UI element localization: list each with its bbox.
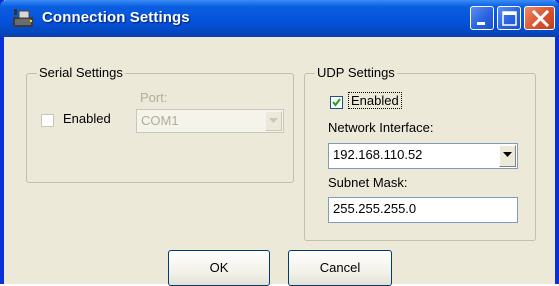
maximize-button[interactable] bbox=[497, 6, 521, 30]
close-icon bbox=[531, 9, 550, 28]
app-icon bbox=[12, 8, 36, 29]
chevron-down-icon bbox=[503, 152, 512, 157]
serial-settings-legend: Serial Settings bbox=[37, 65, 125, 80]
serial-enabled-checkbox[interactable] bbox=[41, 114, 54, 127]
udp-enabled-checkbox[interactable] bbox=[330, 96, 343, 109]
port-combobox-value: COM1 bbox=[141, 113, 179, 128]
maximize-icon bbox=[502, 11, 517, 26]
port-combobox[interactable]: COM1 bbox=[136, 109, 284, 133]
close-button[interactable] bbox=[524, 6, 555, 30]
udp-enabled-label: Enabled bbox=[348, 92, 402, 109]
window-title: Connection Settings bbox=[42, 9, 190, 26]
serial-settings-group: Serial Settings Enabled Port: COM1 bbox=[26, 65, 294, 183]
port-label: Port: bbox=[140, 90, 168, 105]
title-bar[interactable]: Connection Settings bbox=[0, 0, 559, 37]
serial-enabled-label: Enabled bbox=[63, 111, 111, 126]
udp-settings-legend: UDP Settings bbox=[315, 65, 397, 80]
udp-settings-group: UDP Settings Enabled Network Interface: … bbox=[304, 65, 536, 241]
network-interface-value: 192.168.110.52 bbox=[333, 147, 423, 162]
connection-settings-window: Connection Settings Serial Settings Enab… bbox=[0, 0, 559, 286]
minimize-button[interactable] bbox=[470, 6, 494, 30]
subnet-mask-label: Subnet Mask: bbox=[328, 175, 408, 190]
minimize-icon bbox=[477, 22, 485, 25]
network-interface-dropdown-button[interactable] bbox=[499, 145, 516, 167]
ok-button[interactable]: OK bbox=[168, 250, 270, 286]
cancel-button[interactable]: Cancel bbox=[288, 250, 392, 286]
subnet-mask-field[interactable]: 255.255.255.0 bbox=[328, 197, 518, 223]
port-dropdown-button[interactable] bbox=[265, 111, 282, 131]
network-interface-combobox[interactable]: 192.168.110.52 bbox=[328, 143, 518, 169]
subnet-mask-value: 255.255.255.0 bbox=[333, 201, 417, 216]
checkmark-icon bbox=[332, 98, 341, 107]
chevron-down-icon bbox=[269, 118, 278, 123]
network-interface-label: Network Interface: bbox=[328, 120, 434, 135]
